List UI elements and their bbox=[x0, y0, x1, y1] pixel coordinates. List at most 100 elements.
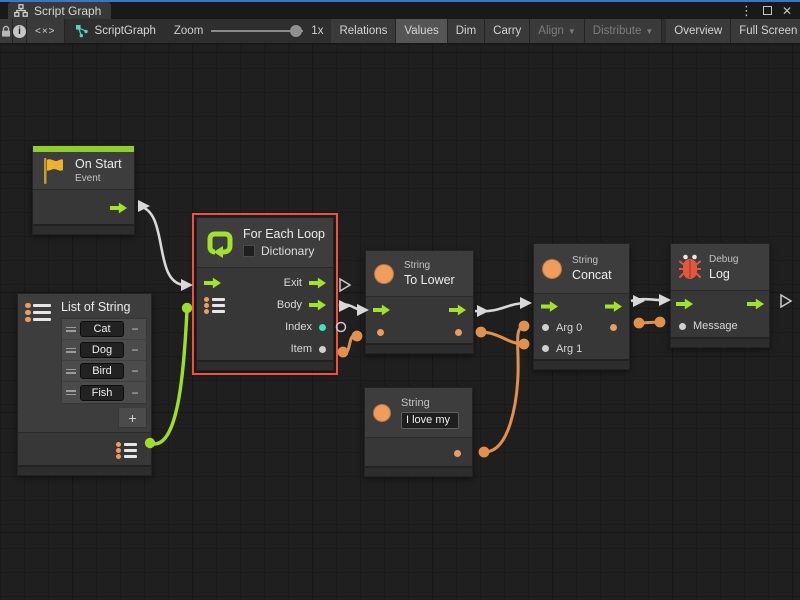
list-editor: Cat − Dog − Bird − bbox=[61, 318, 147, 404]
node-title: To Lower bbox=[404, 273, 455, 287]
message-input-port[interactable] bbox=[679, 323, 686, 330]
script-graph-icon bbox=[75, 24, 89, 38]
node-ports bbox=[33, 190, 134, 224]
list-item-field[interactable]: Fish bbox=[80, 385, 124, 401]
zoom-slider-thumb[interactable] bbox=[290, 25, 302, 37]
node-title: List of String bbox=[61, 300, 145, 314]
list-item-row: Fish − bbox=[62, 382, 146, 403]
wire-item-to-tolower bbox=[338, 331, 363, 358]
flow-input-port[interactable] bbox=[541, 301, 558, 313]
node-title: Log bbox=[709, 267, 738, 281]
list-icon bbox=[24, 300, 51, 325]
dictionary-checkbox[interactable] bbox=[243, 245, 255, 257]
info-icon: i bbox=[13, 25, 26, 38]
flow-input-port[interactable] bbox=[373, 304, 390, 316]
node-header: List of String Cat − Dog − bbox=[18, 294, 151, 433]
list-item-row: Cat − bbox=[62, 319, 146, 340]
string-type-icon bbox=[374, 264, 394, 284]
item-output-port[interactable] bbox=[319, 346, 326, 353]
graph-reference[interactable]: ScriptGraph bbox=[65, 19, 166, 43]
add-item-button[interactable]: + bbox=[118, 408, 147, 428]
list-item-field[interactable]: Bird bbox=[80, 363, 124, 379]
relations-button[interactable]: Relations bbox=[331, 19, 396, 43]
flow-output-port[interactable] bbox=[747, 298, 764, 310]
node-debug-log[interactable]: Debug Log Message bbox=[670, 243, 770, 348]
zoom-slider[interactable] bbox=[211, 25, 303, 37]
graph-canvas[interactable]: On Start Event List of String bbox=[0, 44, 800, 600]
string-value-input[interactable] bbox=[401, 412, 459, 429]
node-footer bbox=[197, 360, 333, 370]
window-controls: ⋮ ✕ bbox=[740, 2, 800, 19]
drag-handle-icon[interactable] bbox=[66, 390, 76, 395]
list-item-row: Dog − bbox=[62, 340, 146, 361]
loop-icon bbox=[205, 228, 235, 258]
port-label: Message bbox=[693, 320, 738, 332]
list-item-field[interactable]: Cat bbox=[80, 321, 124, 337]
result-output-port[interactable] bbox=[610, 324, 617, 331]
node-category: String bbox=[401, 397, 459, 409]
flow-input-port[interactable] bbox=[676, 298, 693, 310]
node-on-start[interactable]: On Start Event bbox=[32, 145, 135, 235]
node-ports bbox=[366, 297, 473, 343]
lock-icon bbox=[0, 25, 12, 38]
overview-button[interactable]: Overview bbox=[666, 19, 731, 43]
carry-button[interactable]: Carry bbox=[485, 19, 530, 43]
remove-item-button[interactable]: − bbox=[128, 322, 142, 336]
node-ports: Message bbox=[671, 291, 769, 337]
flow-input-port[interactable] bbox=[204, 277, 221, 289]
port-label: Item bbox=[291, 343, 312, 355]
node-for-each-loop[interactable]: For Each Loop Dictionary Exit bbox=[196, 217, 334, 371]
arg1-input-port[interactable] bbox=[542, 345, 549, 352]
string-output-port[interactable] bbox=[454, 450, 461, 457]
drag-handle-icon[interactable] bbox=[66, 327, 76, 332]
node-category: String bbox=[404, 260, 455, 271]
lock-button[interactable] bbox=[0, 19, 13, 43]
string-output-port[interactable] bbox=[455, 329, 462, 336]
zoom-label: Zoom bbox=[174, 25, 203, 37]
index-output-port[interactable] bbox=[319, 324, 326, 331]
drag-handle-icon[interactable] bbox=[66, 348, 76, 353]
graph-tab-icon bbox=[14, 4, 28, 17]
node-title: Concat bbox=[572, 268, 612, 282]
remove-item-button[interactable]: − bbox=[128, 343, 142, 357]
drag-handle-icon[interactable] bbox=[66, 369, 76, 374]
full-screen-button[interactable]: Full Screen bbox=[731, 19, 800, 43]
unconnected-index-marker bbox=[337, 323, 346, 332]
titlebar: Script Graph ⋮ ✕ bbox=[0, 2, 800, 19]
dim-button[interactable]: Dim bbox=[448, 19, 485, 43]
remove-item-button[interactable]: − bbox=[128, 364, 142, 378]
port-label: Exit bbox=[284, 277, 302, 289]
inspect-button[interactable]: i bbox=[13, 19, 27, 43]
node-list-of-string[interactable]: List of String Cat − Dog − bbox=[17, 293, 152, 476]
remove-item-button[interactable]: − bbox=[128, 386, 142, 400]
window-menu-icon[interactable]: ⋮ bbox=[740, 4, 753, 17]
values-button[interactable]: Values bbox=[396, 19, 447, 43]
string-type-icon bbox=[542, 259, 562, 279]
node-string-literal[interactable]: String bbox=[364, 387, 473, 477]
node-header: For Each Loop Dictionary bbox=[197, 218, 333, 268]
flow-output-port[interactable] bbox=[449, 304, 466, 316]
focus-highlight-line bbox=[0, 0, 800, 2]
tab-script-graph[interactable]: Script Graph bbox=[8, 2, 111, 19]
align-dropdown[interactable]: Align ▼ bbox=[530, 19, 585, 43]
node-footer bbox=[366, 343, 473, 353]
flow-output-port[interactable] bbox=[110, 202, 127, 214]
zoom-control: Zoom 1x bbox=[166, 19, 332, 43]
port-label: Index bbox=[285, 321, 312, 333]
flow-output-port[interactable] bbox=[605, 301, 622, 313]
distribute-dropdown[interactable]: Distribute ▼ bbox=[585, 19, 663, 43]
code-view-button[interactable]: <×> bbox=[27, 19, 65, 43]
maximize-icon[interactable] bbox=[763, 6, 772, 15]
close-icon[interactable]: ✕ bbox=[782, 5, 792, 17]
node-string-concat[interactable]: String Concat Arg 0 Arg 1 bbox=[533, 243, 630, 370]
exit-output-port[interactable] bbox=[309, 277, 326, 289]
arg0-input-port[interactable] bbox=[542, 324, 549, 331]
list-item-field[interactable]: Dog bbox=[80, 342, 124, 358]
node-string-to-lower[interactable]: String To Lower bbox=[365, 250, 474, 354]
body-output-port[interactable] bbox=[309, 299, 326, 311]
list-output-port[interactable] bbox=[116, 440, 137, 461]
string-input-port[interactable] bbox=[377, 329, 384, 336]
chevron-down-icon: ▼ bbox=[568, 27, 576, 36]
port-label: Arg 0 bbox=[556, 322, 582, 334]
list-input-port[interactable] bbox=[204, 295, 225, 316]
